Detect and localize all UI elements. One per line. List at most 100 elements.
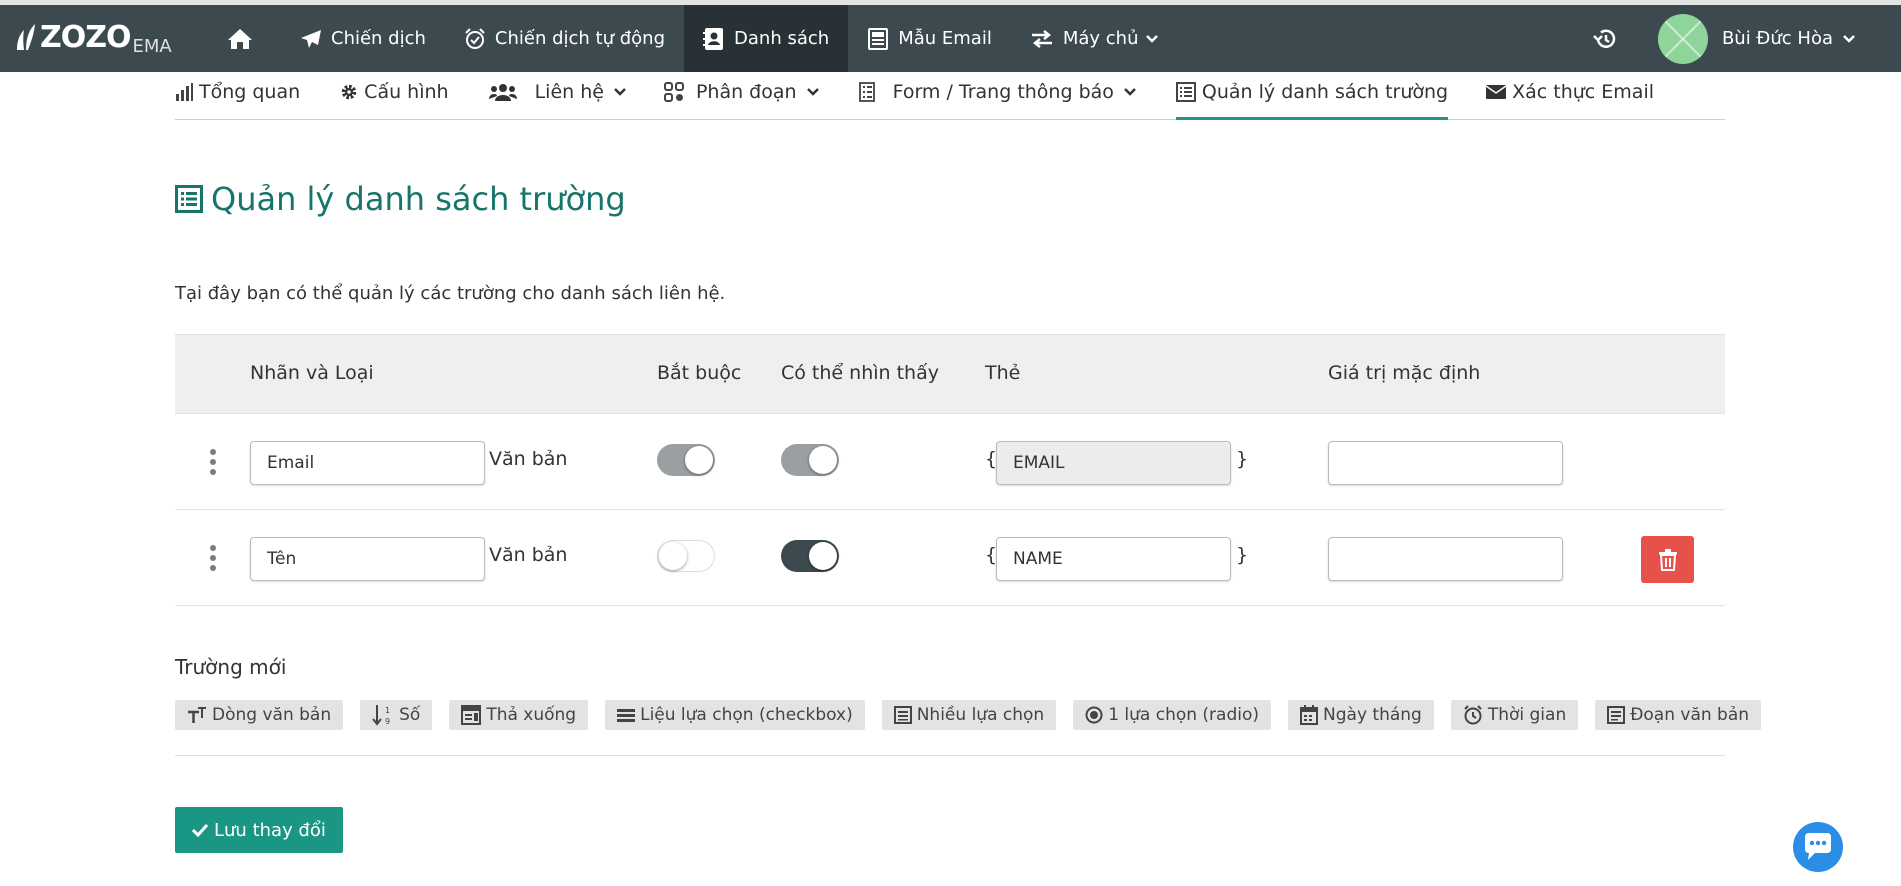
brace-close: } xyxy=(1236,544,1249,566)
table-row: Văn bản { } xyxy=(175,510,1725,606)
check-icon xyxy=(192,823,208,837)
chat-widget-button[interactable] xyxy=(1793,822,1843,872)
add-number-field-button[interactable]: 19 Số xyxy=(360,700,433,730)
main-nav: Chiến dịch Chiến dịch tự động Danh sách … xyxy=(208,5,1177,72)
add-paragraph-field-button[interactable]: Đoạn văn bản xyxy=(1595,700,1762,730)
nav-campaigns[interactable]: Chiến dịch xyxy=(281,5,445,72)
add-date-field-button[interactable]: Ngày tháng xyxy=(1288,700,1434,730)
fields-table: Nhãn và Loại Bắt buộc Có thể nhìn thấy T… xyxy=(175,334,1725,606)
nav-home[interactable] xyxy=(208,5,281,72)
add-text-field-button[interactable]: Dòng văn bản xyxy=(175,700,344,730)
header-label-type: Nhãn và Loại xyxy=(250,362,374,384)
list-box-icon xyxy=(893,706,912,724)
field-type-label: Văn bản xyxy=(489,544,568,566)
subnav-email-verify[interactable]: Xác thực Email xyxy=(1486,72,1654,119)
add-multiselect-field-button[interactable]: Nhiều lựa chọn xyxy=(881,700,1057,730)
subnav-config[interactable]: Cấu hình xyxy=(340,72,449,119)
field-label-input[interactable] xyxy=(250,537,485,581)
required-toggle[interactable] xyxy=(657,540,715,572)
envelope-icon xyxy=(1486,84,1507,99)
list-subnav: Tổng quan Cấu hình Liên hệ Phân đoạn For… xyxy=(175,72,1725,120)
paper-plane-icon xyxy=(301,29,321,48)
page-description: Tại đây bạn có thể quản lý các trường ch… xyxy=(175,283,726,304)
brace-close: } xyxy=(1236,448,1249,470)
page-title-text: Quản lý danh sách trường xyxy=(211,180,626,218)
subnav-field-manager[interactable]: Quản lý danh sách trường xyxy=(1175,72,1449,120)
segments-icon xyxy=(663,81,684,102)
header-tag: Thẻ xyxy=(985,362,1021,384)
history-icon xyxy=(1593,29,1616,48)
tag-input xyxy=(996,441,1231,485)
table-row: Văn bản { } xyxy=(175,414,1725,510)
tag-input[interactable] xyxy=(996,537,1231,581)
chevron-down-icon[interactable] xyxy=(1843,34,1855,43)
add-dropdown-field-button[interactable]: Thả xuống xyxy=(449,700,589,730)
alarm-clock-icon xyxy=(1464,705,1482,725)
svg-text:1: 1 xyxy=(385,706,390,715)
visible-toggle[interactable] xyxy=(781,540,839,572)
bars-icon xyxy=(617,709,636,722)
add-checkbox-field-button[interactable]: Liệu lựa chọn (checkbox) xyxy=(605,700,865,730)
save-changes-button[interactable]: Lưu thay đổi xyxy=(175,807,343,853)
required-toggle[interactable] xyxy=(657,444,715,476)
exchange-arrows-icon xyxy=(1031,29,1052,48)
visible-toggle[interactable] xyxy=(781,444,839,476)
nav-email-templates[interactable]: Mẫu Email xyxy=(848,5,1011,72)
dropdown-icon xyxy=(461,705,482,725)
table-header: Nhãn và Loại Bắt buộc Có thể nhìn thấy T… xyxy=(175,334,1725,414)
top-navbar: ZOZO EMA Chiến dịch Chiến dịch tự động D… xyxy=(0,0,1901,72)
svg-text:9: 9 xyxy=(385,717,390,726)
home-icon xyxy=(228,28,252,49)
chevron-down-icon xyxy=(614,87,626,96)
paragraph-icon xyxy=(1607,706,1626,724)
drag-handle-icon[interactable] xyxy=(210,449,216,475)
chevron-down-icon xyxy=(1124,87,1136,96)
leaf-icon xyxy=(17,24,35,51)
trash-icon xyxy=(1658,548,1677,571)
user-avatar[interactable] xyxy=(1657,13,1708,64)
field-label-input[interactable] xyxy=(250,441,485,485)
brand-logo[interactable]: ZOZO EMA xyxy=(14,19,204,58)
field-type-buttons: Dòng văn bản 19 Số Thả xuống Liệu lựa ch… xyxy=(175,700,1778,730)
logo-text: ZOZO xyxy=(40,19,132,55)
radio-icon xyxy=(1085,706,1103,724)
add-radio-field-button[interactable]: 1 lựa chọn (radio) xyxy=(1073,700,1272,730)
header-visible: Có thể nhìn thấy xyxy=(781,362,939,384)
list-icon xyxy=(175,185,203,213)
delete-field-button[interactable] xyxy=(1641,536,1694,583)
subnav-overview[interactable]: Tổng quan xyxy=(175,72,300,119)
section-divider xyxy=(175,755,1725,756)
header-default: Giá trị mặc định xyxy=(1328,362,1481,384)
header-required: Bắt buộc xyxy=(657,362,742,384)
history-button[interactable] xyxy=(1592,27,1618,51)
newspaper-icon xyxy=(868,27,889,50)
users-icon xyxy=(488,83,517,101)
default-value-input[interactable] xyxy=(1328,441,1563,485)
page-title: Quản lý danh sách trường xyxy=(175,180,626,218)
calendar-icon xyxy=(1300,705,1319,725)
nav-automation[interactable]: Chiến dịch tự động xyxy=(445,5,684,72)
subnav-segments[interactable]: Phân đoạn xyxy=(663,72,819,119)
sort-numeric-icon: 19 xyxy=(372,705,390,726)
chat-bubble-icon xyxy=(1805,833,1831,860)
list-icon xyxy=(1175,81,1196,102)
nav-servers[interactable]: Máy chủ xyxy=(1011,5,1178,72)
contact-book-icon xyxy=(703,27,724,50)
alarm-clock-icon xyxy=(465,27,485,49)
form-icon xyxy=(858,81,875,102)
default-value-input[interactable] xyxy=(1328,537,1563,581)
chevron-down-icon xyxy=(806,87,819,96)
bar-chart-icon xyxy=(176,82,193,101)
chevron-down-icon xyxy=(1146,34,1159,43)
user-name[interactable]: Bùi Đức Hòa xyxy=(1722,28,1833,49)
field-type-label: Văn bản xyxy=(489,448,568,470)
gear-icon xyxy=(341,84,357,99)
new-field-title: Trường mới xyxy=(175,655,287,679)
text-type-icon xyxy=(188,707,206,723)
subnav-forms[interactable]: Form / Trang thông báo xyxy=(858,72,1136,119)
drag-handle-icon[interactable] xyxy=(210,545,216,571)
nav-lists[interactable]: Danh sách xyxy=(684,5,849,72)
logo-sub: EMA xyxy=(132,36,172,58)
subnav-contacts[interactable]: Liên hệ xyxy=(488,72,626,119)
add-time-field-button[interactable]: Thời gian xyxy=(1450,700,1579,730)
